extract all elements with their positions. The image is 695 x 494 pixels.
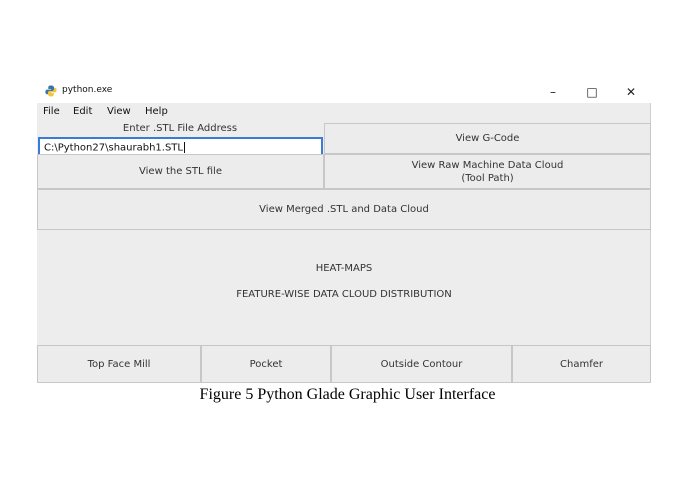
close-button[interactable]: ✕ [611, 81, 651, 103]
title-bar: python.exe – □ ✕ [37, 81, 651, 103]
view-stl-button[interactable]: View the STL file [37, 154, 324, 189]
menu-edit[interactable]: Edit [73, 106, 92, 117]
view-raw-label-line2: (Tool Path) [461, 172, 514, 184]
window-title: python.exe [62, 85, 113, 95]
view-gcode-button[interactable]: View G-Code [324, 123, 651, 154]
menu-view[interactable]: View [107, 106, 131, 117]
figure-caption: Figure 5 Python Glade Graphic User Inter… [199, 386, 496, 403]
menu-file[interactable]: File [43, 106, 60, 117]
minimize-button[interactable]: – [533, 81, 573, 103]
stl-address-value: C:\Python27\shaurabh1.STL [44, 142, 183, 154]
chamfer-label: Chamfer [560, 358, 603, 370]
view-stl-label: View the STL file [139, 166, 222, 177]
view-merged-button[interactable]: View Merged .STL and Data Cloud [37, 189, 651, 230]
view-raw-label-line1: View Raw Machine Data Cloud [411, 159, 564, 171]
view-merged-label: View Merged .STL and Data Cloud [259, 204, 429, 215]
outside-contour-label: Outside Contour [380, 358, 463, 370]
view-gcode-label: View G-Code [455, 133, 520, 144]
top-face-mill-label: Top Face Mill [87, 358, 151, 370]
chamfer-button[interactable]: Chamfer [512, 345, 651, 383]
pocket-label: Pocket [249, 358, 283, 370]
text-cursor [183, 142, 185, 153]
pocket-button[interactable]: Pocket [201, 345, 331, 383]
feature-distribution-heading: FEATURE-WISE DATA CLOUD DISTRIBUTION [236, 289, 452, 300]
outside-contour-button[interactable]: Outside Contour [331, 345, 512, 383]
menu-help[interactable]: Help [145, 106, 168, 117]
top-face-mill-button[interactable]: Top Face Mill [37, 345, 201, 383]
maximize-button[interactable]: □ [572, 81, 612, 103]
view-raw-data-cloud-button[interactable]: View Raw Machine Data Cloud (Tool Path) [324, 154, 651, 189]
menu-bar: File Edit View Help [37, 103, 651, 121]
heat-maps-heading: HEAT-MAPS [315, 263, 373, 274]
stl-address-label: Enter .STL File Address [122, 123, 238, 134]
python-logo-icon [45, 85, 57, 97]
app-window: python.exe – □ ✕ File Edit View Help Ent… [37, 81, 651, 383]
